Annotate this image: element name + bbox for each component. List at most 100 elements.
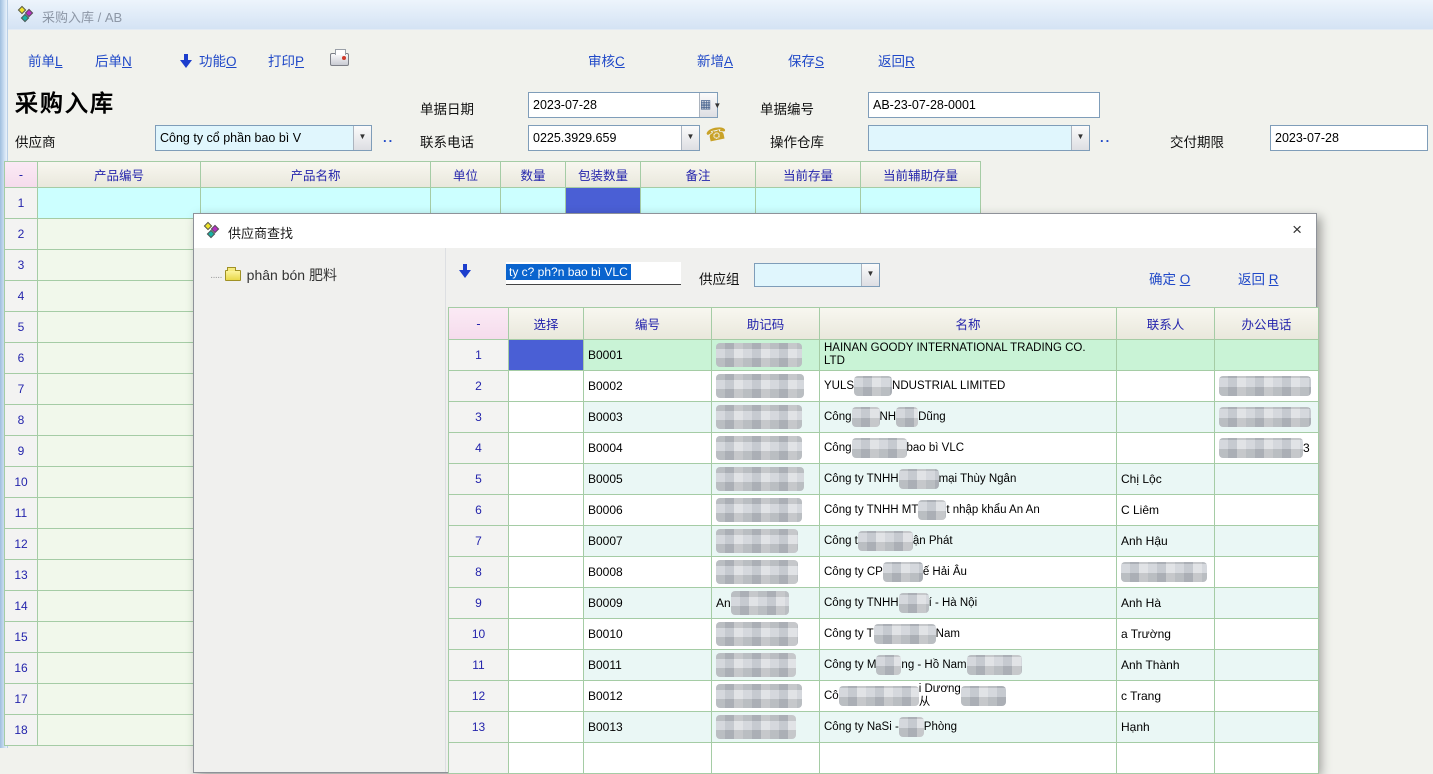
supplier-mnemonic[interactable]: An — [712, 588, 820, 619]
grid-cell[interactable] — [38, 405, 201, 436]
warehouse-browse-button[interactable]: .. — [1100, 130, 1111, 145]
select-cell[interactable] — [509, 526, 584, 557]
supplier-code[interactable]: B0009 — [584, 588, 712, 619]
phone-icon[interactable]: ☎ — [704, 123, 729, 147]
supplier-contact[interactable]: Anh Hậu — [1117, 526, 1215, 557]
supplier-group-combo[interactable]: ▼ — [754, 263, 880, 287]
supplier-name[interactable]: Công ty NaSi - Phòng — [820, 712, 1117, 743]
supplier-code[interactable]: B0005 — [584, 464, 712, 495]
supplier-mnemonic[interactable] — [712, 402, 820, 433]
supplier-mnemonic[interactable] — [712, 712, 820, 743]
selected-cell[interactable] — [509, 340, 584, 371]
supplier-contact[interactable] — [1117, 402, 1215, 433]
supplier-name[interactable]: Công tận Phát — [820, 526, 1117, 557]
select-cell[interactable] — [509, 681, 584, 712]
supplier-row[interactable]: 6B0006Công ty TNHH MTt nhập khẩu An AnC … — [449, 495, 1319, 526]
toolbar-button-s[interactable]: 保存S — [788, 50, 824, 70]
close-icon[interactable]: × — [1292, 220, 1302, 240]
select-cell[interactable] — [509, 712, 584, 743]
supplier-code[interactable]: B0008 — [584, 557, 712, 588]
supplier-office-phone[interactable] — [1215, 557, 1319, 588]
select-cell[interactable] — [509, 371, 584, 402]
supplier-name[interactable]: Côi Dương 从 — [820, 681, 1117, 712]
grid-cell[interactable] — [38, 281, 201, 312]
supplier-row[interactable]: 1B0001HAINAN GOODY INTERNATIONAL TRADING… — [449, 340, 1319, 371]
supplier-mnemonic[interactable] — [712, 495, 820, 526]
chevron-down-icon[interactable]: ▼ — [1071, 126, 1089, 150]
supplier-row[interactable]: 8B0008Công ty CPế Hải Âu — [449, 557, 1319, 588]
supplier-code[interactable]: B0003 — [584, 402, 712, 433]
toolbar-button-a[interactable]: 新增A — [697, 50, 733, 70]
supplier-office-phone[interactable] — [1215, 712, 1319, 743]
toolbar-button-l[interactable]: 前单L — [28, 50, 63, 70]
supplier-name[interactable]: YULS NDUSTRIAL LIMITED — [820, 371, 1117, 402]
supplier-code[interactable]: B0011 — [584, 650, 712, 681]
grid-cell[interactable] — [38, 188, 201, 219]
supplier-office-phone[interactable] — [1215, 402, 1319, 433]
grid-cell[interactable] — [38, 622, 201, 653]
ok-button[interactable]: 确定 O — [1149, 268, 1190, 288]
back-button[interactable]: 返回 R — [1238, 268, 1279, 288]
chevron-down-icon[interactable]: ▼ — [681, 126, 699, 150]
supplier-mnemonic[interactable] — [712, 464, 820, 495]
supplier-mnemonic[interactable] — [712, 526, 820, 557]
supplier-contact[interactable]: c Trang — [1117, 681, 1215, 712]
toolbar-button-o[interactable]: 功能O — [180, 50, 237, 70]
supplier-office-phone[interactable]: 3 — [1215, 433, 1319, 464]
supplier-contact[interactable] — [1117, 340, 1215, 371]
select-cell[interactable] — [509, 464, 584, 495]
supplier-office-phone[interactable] — [1215, 464, 1319, 495]
grid-cell[interactable] — [38, 591, 201, 622]
phone-combo[interactable]: 0225.3929.659 ▼ — [528, 125, 700, 151]
supplier-row[interactable]: 7B0007Công tận PhátAnh Hậu — [449, 526, 1319, 557]
supplier-office-phone[interactable] — [1215, 650, 1319, 681]
grid-cell[interactable] — [38, 560, 201, 591]
toolbar-button-p[interactable]: 打印P — [268, 50, 304, 70]
grid-cell[interactable] — [38, 343, 201, 374]
toolbar-button-c[interactable]: 审核C — [588, 50, 625, 70]
grid-cell[interactable] — [38, 715, 201, 746]
supplier-contact[interactable]: Anh Thành — [1117, 650, 1215, 681]
supplier-row[interactable]: 12B0012Côi Dương 从c Trang — [449, 681, 1319, 712]
supplier-row[interactable]: 10B0010Công ty T Nama Trường — [449, 619, 1319, 650]
supplier-mnemonic[interactable] — [712, 650, 820, 681]
select-cell[interactable] — [509, 433, 584, 464]
select-cell[interactable] — [509, 402, 584, 433]
supplier-name[interactable]: Công ty TNHH MTt nhập khẩu An An — [820, 495, 1117, 526]
select-cell[interactable] — [509, 650, 584, 681]
grid-cell[interactable] — [38, 467, 201, 498]
supplier-contact[interactable]: Chị Lộc — [1117, 464, 1215, 495]
grid-cell[interactable] — [38, 312, 201, 343]
grid-cell[interactable] — [38, 250, 201, 281]
supplier-row[interactable]: 2B0002YULS NDUSTRIAL LIMITED — [449, 371, 1319, 402]
supplier-name[interactable]: Công ty TNHH mại Thùy Ngân — [820, 464, 1117, 495]
supplier-code[interactable]: B0013 — [584, 712, 712, 743]
supplier-office-phone[interactable] — [1215, 340, 1319, 371]
supplier-row[interactable]: 11B0011Công ty Mng - Hồ Nam Anh Thành — [449, 650, 1319, 681]
grid-cell[interactable] — [38, 374, 201, 405]
toolbar-button-r[interactable]: 返回R — [878, 50, 915, 70]
calendar-dropdown-icon[interactable]: ▼ — [699, 93, 717, 117]
grid-cell[interactable] — [38, 684, 201, 715]
supplier-contact[interactable]: Hạnh — [1117, 712, 1215, 743]
supplier-office-phone[interactable] — [1215, 526, 1319, 557]
supplier-code[interactable]: B0007 — [584, 526, 712, 557]
supplier-office-phone[interactable] — [1215, 681, 1319, 712]
tree-node-fertilizer[interactable]: ·····phân bón 肥料 — [210, 265, 337, 285]
supplier-row[interactable]: 13B0013Công ty NaSi - PhòngHạnh — [449, 712, 1319, 743]
supplier-row[interactable]: 9B0009An Công ty TNHH í - Hà NộiAnh Hà — [449, 588, 1319, 619]
grid-cell[interactable] — [38, 436, 201, 467]
supplier-combo[interactable]: Công ty cổ phần bao bì V ▼ — [155, 125, 372, 151]
supplier-name[interactable]: Công NH Dũng — [820, 402, 1117, 433]
supplier-mnemonic[interactable] — [712, 681, 820, 712]
supplier-code[interactable]: B0004 — [584, 433, 712, 464]
supplier-mnemonic[interactable] — [712, 557, 820, 588]
supplier-name[interactable]: Công ty Mng - Hồ Nam — [820, 650, 1117, 681]
supplier-contact[interactable] — [1117, 371, 1215, 402]
doc-no-input[interactable]: AB-23-07-28-0001 — [868, 92, 1100, 118]
supplier-mnemonic[interactable] — [712, 619, 820, 650]
chevron-down-icon[interactable]: ▼ — [353, 126, 371, 150]
supplier-row[interactable]: 3B0003Công NH Dũng — [449, 402, 1319, 433]
supplier-name[interactable]: HAINAN GOODY INTERNATIONAL TRADING CO. L… — [820, 340, 1117, 371]
supplier-contact[interactable]: C Liêm — [1117, 495, 1215, 526]
